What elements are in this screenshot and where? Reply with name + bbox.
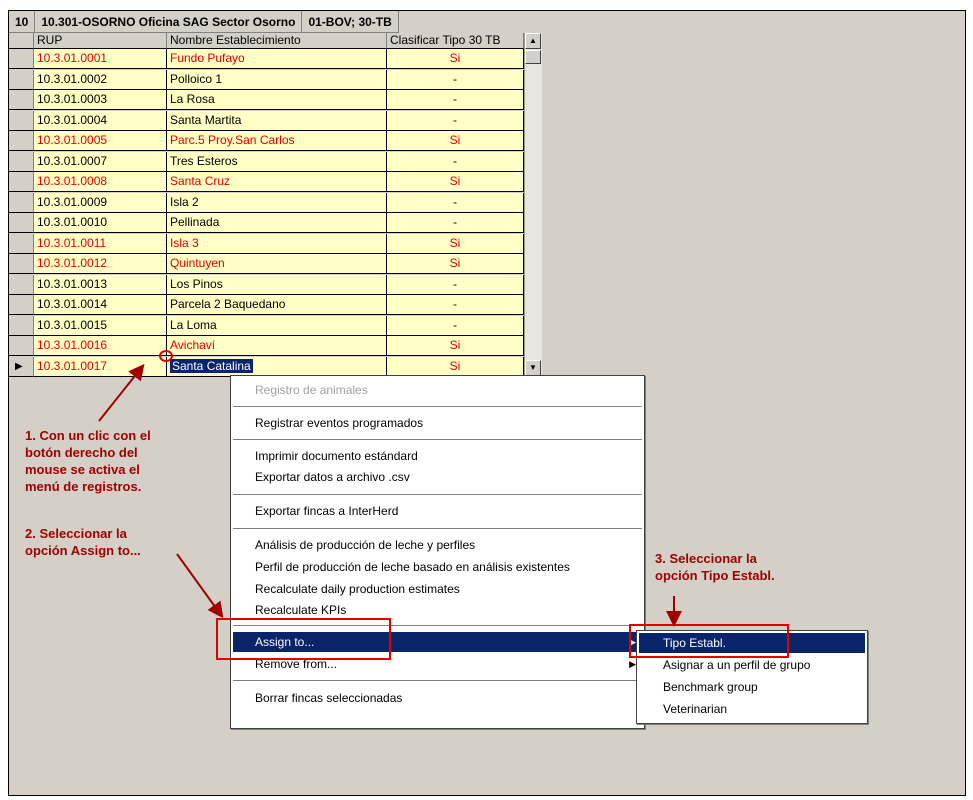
app-window: 10 10.301-OSORNO Oficina SAG Sector Osor…	[8, 10, 966, 796]
annotation-arrows	[98, 363, 682, 627]
arrow-step-2	[176, 553, 224, 619]
arrow-step-1	[98, 363, 145, 422]
